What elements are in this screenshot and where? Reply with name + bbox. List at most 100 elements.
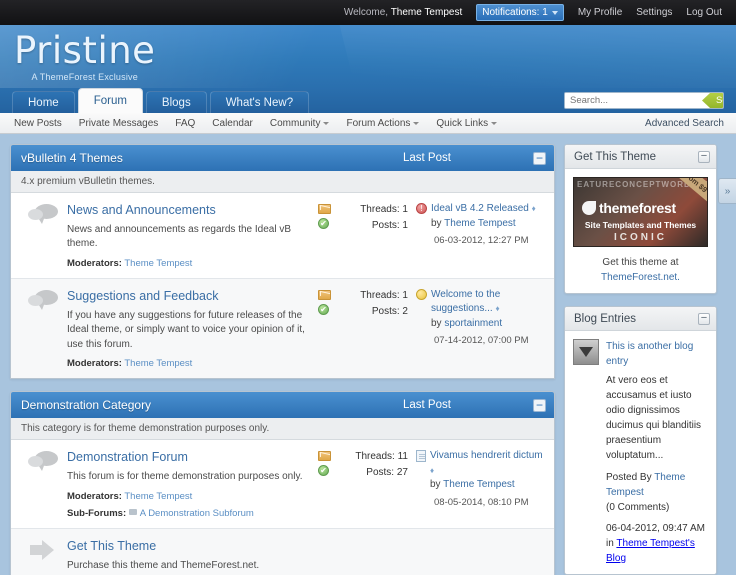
subnav-forum-actions[interactable]: Forum Actions [346, 118, 419, 129]
blog-entry-item: This is another blog entry At vero eos e… [573, 339, 708, 566]
last-post-author-link[interactable]: Theme Tempest [444, 218, 516, 229]
collapse-button[interactable]: − [533, 152, 546, 165]
notifications-badge[interactable]: Notifications: 1 [476, 4, 564, 21]
banner-subtitle: Site Templates and Themes [574, 220, 707, 230]
forum-title-link[interactable]: Suggestions and Feedback [67, 288, 312, 305]
check-circle-icon: ✔ [318, 218, 329, 229]
forum-title-link[interactable]: Get This Theme [67, 538, 312, 555]
arrow-icon [30, 540, 56, 560]
subforum-link[interactable]: A Demonstration Subforum [140, 508, 254, 519]
subforums-label: Sub-Forums: [67, 508, 126, 519]
blog-entry-title-link[interactable]: This is another blog entry [606, 339, 708, 369]
themeforest-logo: themeforest [582, 200, 676, 216]
posted-by-label: Posted By [606, 472, 652, 483]
collapse-button[interactable]: − [533, 399, 546, 412]
last-post-author: by Theme Tempest [431, 217, 546, 232]
last-post-title-link[interactable]: Ideal vB 4.2 Released [431, 203, 529, 214]
search-button[interactable]: Search [702, 93, 724, 108]
themeforest-link[interactable]: ThemeForest.net. [601, 272, 680, 283]
by-label: by [431, 318, 442, 329]
main-navigation: Home Forum Blogs What's New? Search [0, 88, 736, 113]
panel-body: EATURE CONCEPT WORDPRESS themeforest Sit… [565, 169, 716, 293]
forum-moderators: Moderators: Theme Tempest [67, 358, 312, 369]
settings-link[interactable]: Settings [636, 7, 672, 18]
posts-count: Posts: 1 [344, 218, 408, 234]
go-to-last-post-icon[interactable]: ♦ [532, 204, 536, 213]
document-icon [416, 450, 426, 462]
my-profile-link[interactable]: My Profile [578, 7, 622, 18]
subnav-private-messages[interactable]: Private Messages [79, 118, 158, 129]
subnav-new-posts[interactable]: New Posts [14, 118, 62, 129]
tab-whats-new[interactable]: What's New? [210, 91, 309, 113]
go-to-last-post-icon[interactable]: ♦ [430, 466, 434, 475]
go-to-last-post-icon[interactable]: ♦ [496, 304, 500, 313]
blog-link[interactable]: Theme Tempest's Blog [606, 538, 695, 564]
forum-icon-cell [19, 288, 67, 369]
subnav-quick-links[interactable]: Quick Links [436, 118, 497, 129]
subnav-calendar[interactable]: Calendar [212, 118, 253, 129]
last-post-cell: Welcome to the suggestions... ♦ by sport… [416, 288, 546, 369]
forum-status-icons: ✔ [318, 449, 344, 518]
forum-counts: Threads: 1 Posts: 1 [344, 202, 416, 269]
forum-row: Suggestions and Feedback If you have any… [11, 279, 554, 378]
moderator-link[interactable]: Theme Tempest [124, 258, 192, 269]
subnav-label: FAQ [175, 118, 195, 129]
panel-blog-entries: Blog Entries − This is another blog entr… [564, 306, 717, 575]
forum-description: Purchase this theme and ThemeForest.net. [67, 559, 312, 574]
forum-row: Demonstration Forum This forum is for th… [11, 440, 554, 528]
forum-counts: Threads: 11 Posts: 27 [344, 449, 416, 518]
forum-title-link[interactable]: News and Announcements [67, 202, 312, 219]
blog-comments-count: (0 Comments) [606, 500, 708, 515]
last-post-title-link[interactable]: Welcome to the suggestions... [431, 289, 500, 315]
by-label: by [430, 479, 441, 490]
forum-status-icons [318, 538, 344, 573]
chevron-down-icon [552, 11, 558, 15]
moderator-link[interactable]: Theme Tempest [124, 358, 192, 369]
collapse-button[interactable]: − [698, 151, 710, 163]
page-body: vBulletin 4 Themes Last Post − 4.x premi… [0, 134, 736, 575]
chevron-down-icon [413, 122, 419, 125]
log-out-link[interactable]: Log Out [686, 7, 722, 18]
forum-title-link[interactable]: Demonstration Forum [67, 449, 312, 466]
advanced-search-link[interactable]: Advanced Search [645, 118, 724, 129]
envelope-icon [318, 204, 331, 214]
search-input[interactable] [565, 93, 702, 108]
last-post-author-link[interactable]: sportainment [444, 318, 502, 329]
themeforest-banner[interactable]: EATURE CONCEPT WORDPRESS themeforest Sit… [573, 177, 708, 247]
moderator-link[interactable]: Theme Tempest [124, 491, 192, 502]
last-post-date: 06-03-2012, 12:27 PM [416, 234, 546, 248]
envelope-icon [318, 290, 331, 300]
subnav-community[interactable]: Community [270, 118, 330, 129]
moderators-label: Moderators: [67, 358, 122, 369]
collapse-button[interactable]: − [698, 313, 710, 325]
themeforest-wordmark: themeforest [599, 200, 676, 216]
last-post-author-link[interactable]: Theme Tempest [443, 479, 515, 490]
panel-body: This is another blog entry At vero eos e… [565, 331, 716, 574]
check-circle-icon: ✔ [318, 465, 329, 476]
check-circle-icon: ✔ [318, 304, 329, 315]
banner-word-mid: CONCEPT [615, 180, 661, 189]
forum-icon-cell [19, 449, 67, 518]
site-logo[interactable]: Pristine A ThemeForest Exclusive [14, 32, 155, 82]
forum-subforums: Sub-Forums: A Demonstration Subforum [67, 508, 312, 519]
avatar[interactable] [573, 339, 599, 365]
threads-count: Threads: 1 [344, 288, 408, 304]
sidebar-toggle-button[interactable]: » [718, 178, 736, 204]
threads-count: Threads: 1 [344, 202, 408, 218]
tab-home[interactable]: Home [12, 91, 75, 113]
speech-bubble-icon [28, 204, 58, 226]
tab-blogs[interactable]: Blogs [146, 91, 207, 113]
last-post-author: by sportainment [431, 317, 546, 332]
subnav-faq[interactable]: FAQ [175, 118, 195, 129]
get-theme-caption: Get this theme at ThemeForest.net. [573, 255, 708, 285]
blog-entry-excerpt: At vero eos et accusamus et iusto odio d… [606, 373, 708, 463]
sidebar: Get This Theme − EATURE CONCEPT WORDPRES… [564, 144, 717, 575]
forum-moderators: Moderators: Theme Tempest [67, 491, 312, 502]
blog-entry-date: 06-04-2012, 09:47 AM in Theme Tempest's … [606, 521, 708, 566]
subnav-label: Community [270, 118, 321, 129]
forum-info: News and Announcements News and announce… [67, 202, 318, 269]
threads-count: Threads: 11 [344, 449, 408, 465]
tab-forum[interactable]: Forum [78, 88, 143, 113]
top-user-bar: Welcome, Theme Tempest Notifications: 1 … [0, 0, 736, 25]
last-post-title-link[interactable]: Vivamus hendrerit dictum [430, 450, 543, 461]
